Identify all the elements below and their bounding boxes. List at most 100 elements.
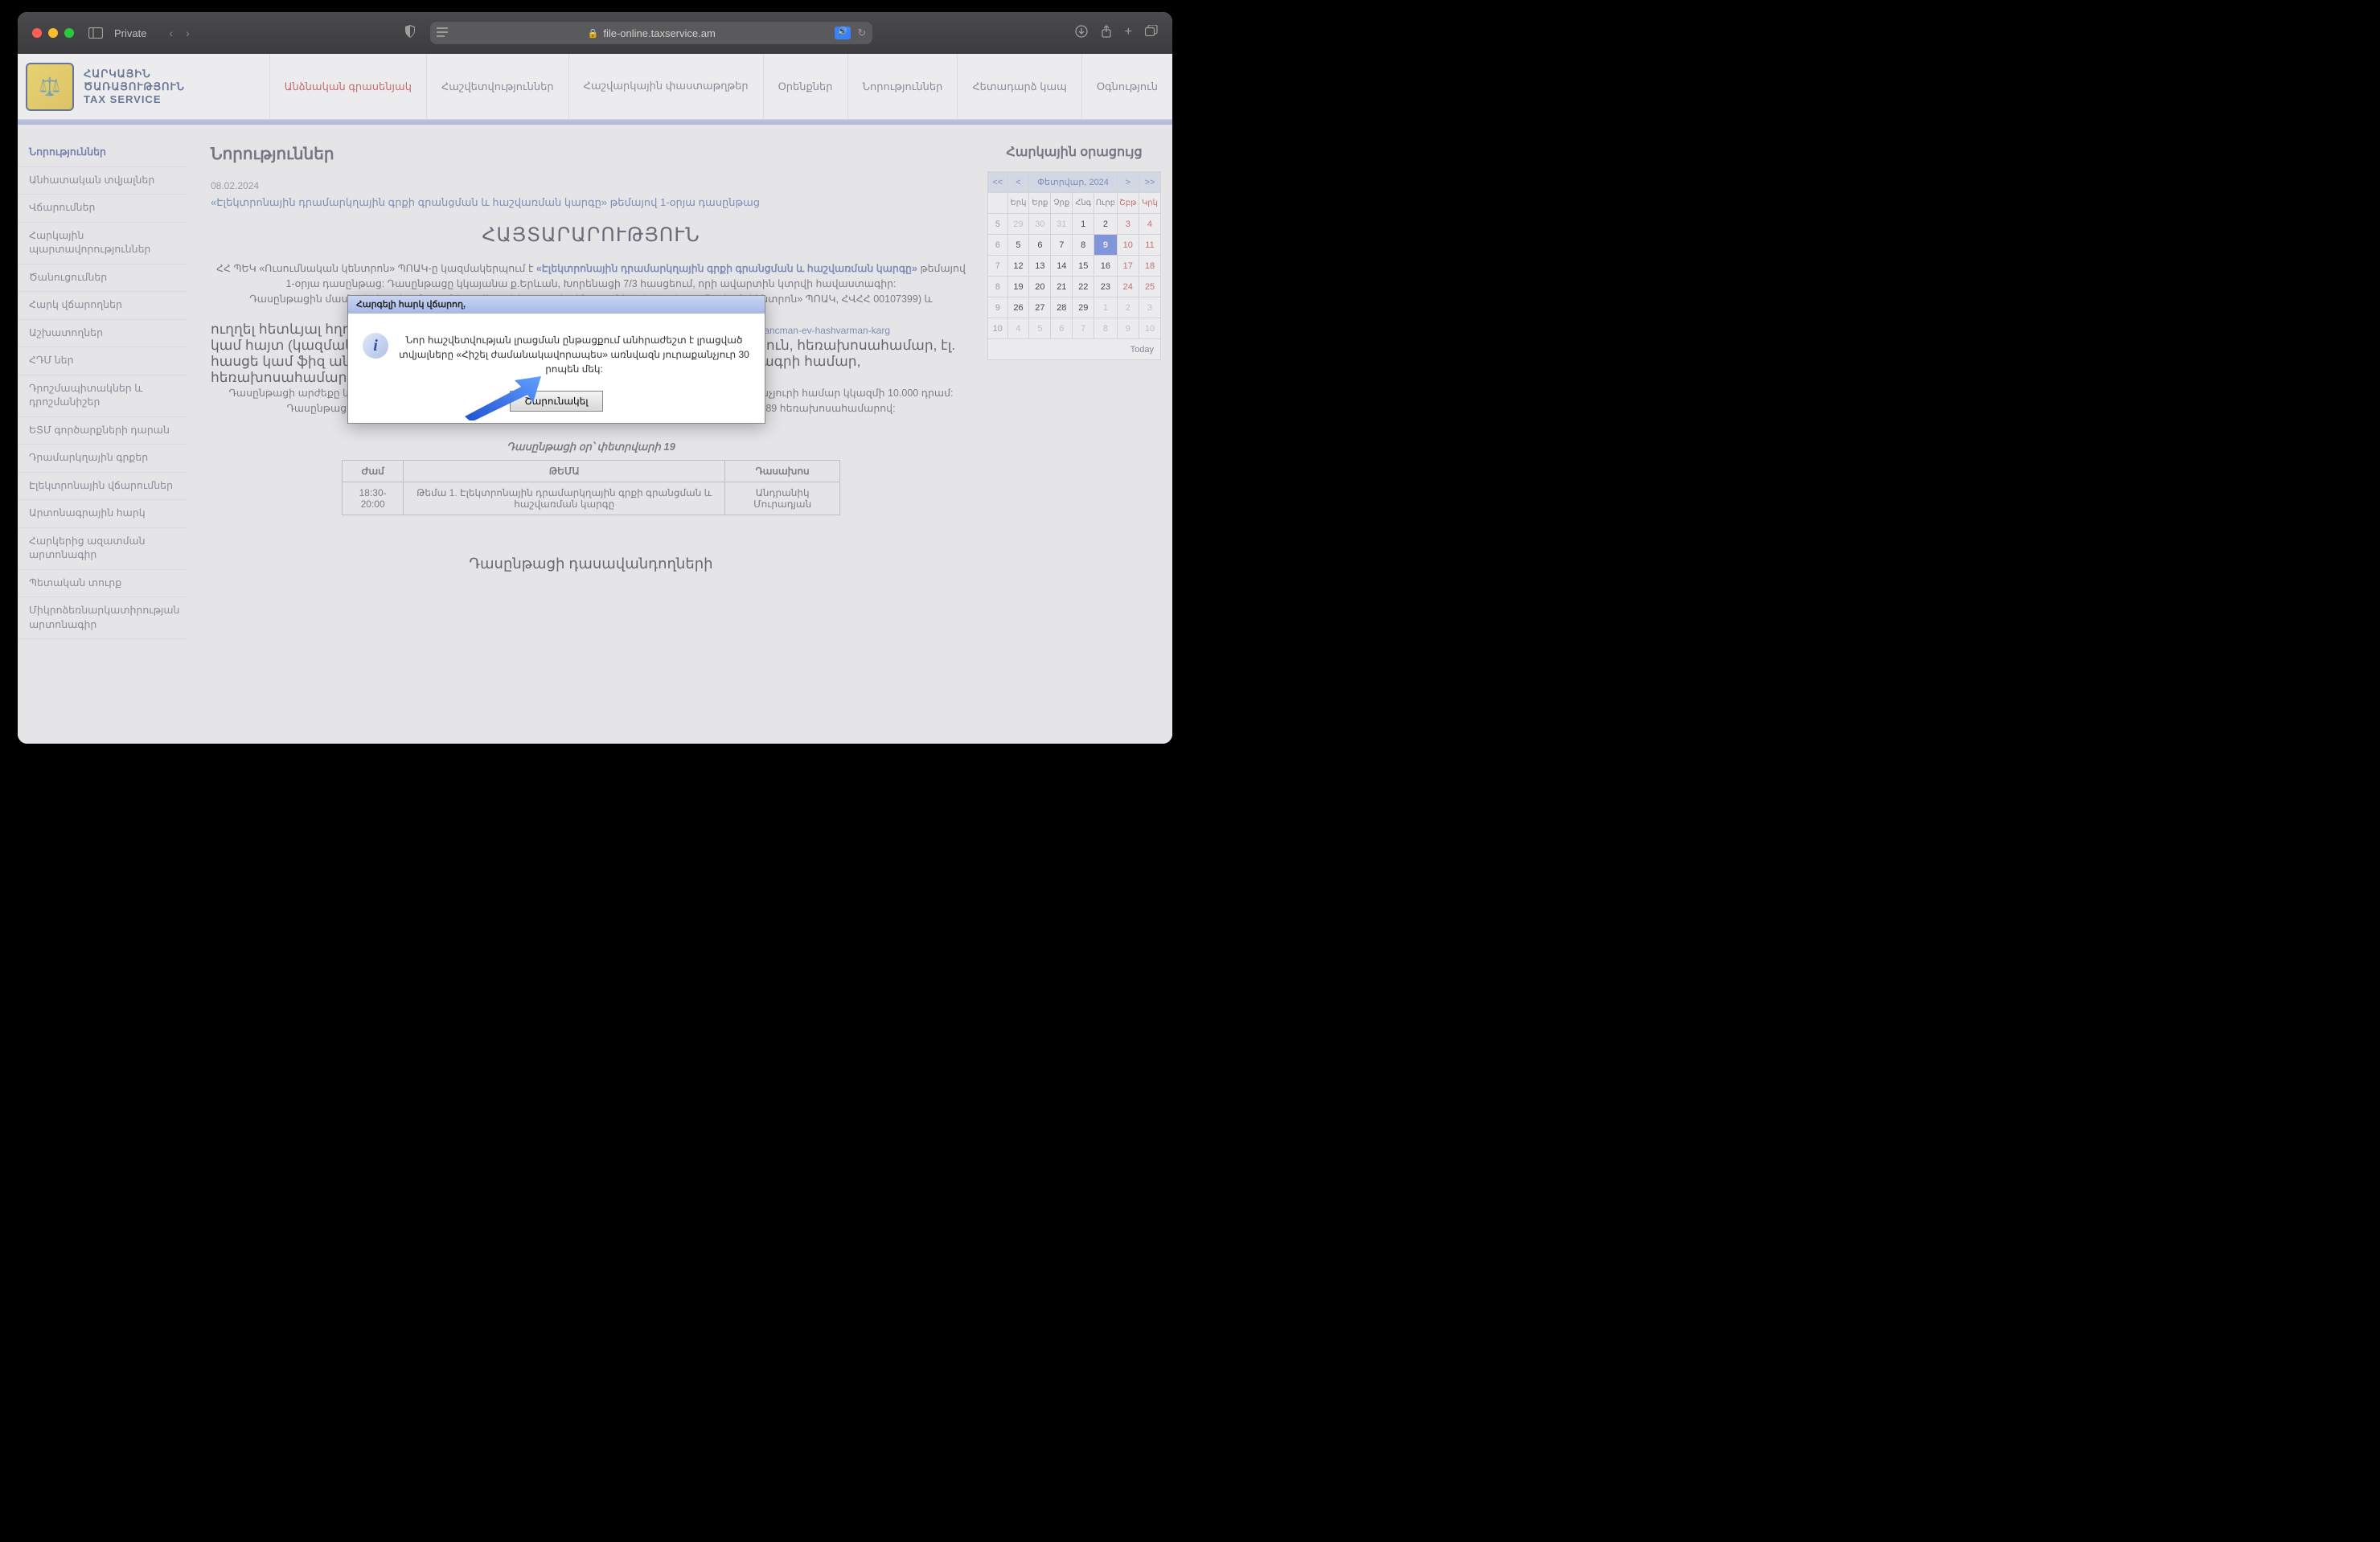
nav-news[interactable]: Նորություններ <box>847 54 958 119</box>
continue-button[interactable]: Շարունակել <box>510 391 604 412</box>
cal-day[interactable]: 24 <box>1117 277 1139 297</box>
nav-personal-office[interactable]: Անձնական գրասենյակ <box>269 54 426 119</box>
cal-day[interactable]: 27 <box>1029 297 1051 318</box>
cal-day[interactable]: 4 <box>1007 318 1029 339</box>
titlebar: Private ‹ › 🔒 file-online.taxservice.am … <box>18 12 1172 54</box>
shield-icon[interactable] <box>396 25 424 42</box>
minimize-window-button[interactable] <box>48 28 58 38</box>
back-button[interactable]: ‹ <box>164 25 178 41</box>
sidebar-item-taxpayers[interactable]: Հարկ վճարողներ <box>18 292 187 320</box>
cal-day[interactable]: 11 <box>1139 235 1160 256</box>
cal-day[interactable]: 3 <box>1117 214 1139 235</box>
cal-day[interactable]: 23 <box>1094 277 1117 297</box>
cal-day[interactable]: 2 <box>1117 297 1139 318</box>
cal-day[interactable]: 1 <box>1073 214 1094 235</box>
cal-day[interactable]: 31 <box>1051 214 1073 235</box>
main-content: Նորություններ 08.02.2024 «Էլեկտրոնային դ… <box>187 125 979 744</box>
cal-day[interactable]: 20 <box>1029 277 1051 297</box>
audio-icon[interactable]: 🔊 <box>835 27 851 39</box>
reload-icon[interactable]: ↻ <box>857 27 866 39</box>
nav-arrows: ‹ › <box>164 25 194 41</box>
sidebar-item-payments[interactable]: Վճարումներ <box>18 195 187 223</box>
cal-day[interactable]: 3 <box>1139 297 1160 318</box>
sidebar-item-epayments[interactable]: Էլեկտրոնային վճարումներ <box>18 473 187 501</box>
course-day-label: Դասընթացի օր՝ փետրվարի 19 <box>211 441 971 453</box>
right-sidebar: Հարկային օրացույց << < Փետրվար, 2024 > >… <box>979 125 1172 744</box>
nav-help[interactable]: Օգնություն <box>1081 54 1172 119</box>
cal-day[interactable]: 14 <box>1051 256 1073 277</box>
info-icon: i <box>363 333 388 359</box>
sidebar-item-personal[interactable]: Անհատական տվյալներ <box>18 167 187 195</box>
cal-day[interactable]: 29 <box>1007 214 1029 235</box>
cal-day[interactable]: 5 <box>1029 318 1051 339</box>
sidebar-item-tax-exempt[interactable]: Հարկերից ազատման արտոնագիր <box>18 528 187 570</box>
cal-day[interactable]: 8 <box>1073 235 1094 256</box>
sidebar-item-cashbooks[interactable]: Դրամարկղային գրքեր <box>18 445 187 473</box>
cal-day[interactable]: 2 <box>1094 214 1117 235</box>
cal-day[interactable]: 6 <box>1051 318 1073 339</box>
sidebar-item-news[interactable]: Նորություններ <box>18 139 187 167</box>
cal-day[interactable]: 21 <box>1051 277 1073 297</box>
announce-heading: ՀԱՅՏԱՐԱՐՈՒԹՅՈՒՆ <box>211 224 971 247</box>
cal-prev-month[interactable]: < <box>1007 172 1029 193</box>
cal-day[interactable]: 16 <box>1094 256 1117 277</box>
cal-next-year[interactable]: >> <box>1139 172 1160 193</box>
cal-day[interactable]: 5 <box>1007 235 1029 256</box>
sidebar-item-notifications[interactable]: Ծանուցումներ <box>18 265 187 293</box>
cal-day[interactable]: 15 <box>1073 256 1094 277</box>
site-logo[interactable]: ⚖️ <box>26 63 74 111</box>
nav-documents[interactable]: Հաշվարկային փաստաթղթեր <box>568 54 763 119</box>
cal-weeknum: 7 <box>988 256 1008 277</box>
cal-week: 926272829123 <box>988 297 1161 318</box>
cal-day[interactable]: 9 <box>1117 318 1139 339</box>
cal-day[interactable]: 22 <box>1073 277 1094 297</box>
lock-icon: 🔒 <box>588 28 599 39</box>
sidebar-item-patent-tax[interactable]: Արտոնագրային հարկ <box>18 500 187 528</box>
cal-day[interactable]: 1 <box>1094 297 1117 318</box>
nav-feedback[interactable]: Հետադարձ կապ <box>957 54 1081 119</box>
cal-day[interactable]: 19 <box>1007 277 1029 297</box>
close-window-button[interactable] <box>32 28 42 38</box>
forward-button[interactable]: › <box>181 25 195 41</box>
cal-day[interactable]: 26 <box>1007 297 1029 318</box>
logo-text: ՀԱՐԿԱՅԻՆ ԾԱՌԱՅՈՒԹՅՈՒՆ TAX SERVICE <box>84 68 185 105</box>
cal-day[interactable]: 7 <box>1051 235 1073 256</box>
nav-reports[interactable]: Հաշվետվություններ <box>426 54 568 119</box>
sidebar-item-micro[interactable]: Միկրոձեռնարկատիրության արտոնագիր <box>18 597 187 639</box>
cal-day[interactable]: 17 <box>1117 256 1139 277</box>
maximize-window-button[interactable] <box>64 28 74 38</box>
cal-day[interactable]: 30 <box>1029 214 1051 235</box>
cal-day[interactable]: 18 <box>1139 256 1160 277</box>
sidebar-toggle-icon[interactable] <box>88 27 103 39</box>
cal-day[interactable]: 4 <box>1139 214 1160 235</box>
sidebar-item-tax-obligations[interactable]: Հարկային պարտավորություններ <box>18 223 187 265</box>
cal-today-link[interactable]: Today <box>988 339 1161 360</box>
url-bar[interactable]: 🔒 file-online.taxservice.am 🔊 ↻ <box>430 22 872 44</box>
reader-icon[interactable] <box>437 27 448 39</box>
cal-day[interactable]: 25 <box>1139 277 1160 297</box>
sidebar-item-stamps[interactable]: Դրոշմապիտակներ և դրոշմանիշեր <box>18 375 187 417</box>
cal-day[interactable]: 28 <box>1051 297 1073 318</box>
site-header: ⚖️ ՀԱՐԿԱՅԻՆ ԾԱՌԱՅՈՒԹՅՈՒՆ TAX SERVICE Անձ… <box>18 54 1172 120</box>
new-tab-icon[interactable]: + <box>1125 25 1132 42</box>
share-icon[interactable] <box>1101 25 1112 42</box>
cal-day[interactable]: 10 <box>1139 318 1160 339</box>
cal-day[interactable]: 29 <box>1073 297 1094 318</box>
news-link[interactable]: «Էլեկտրոնային դրամարկղային գրքի գրանցման… <box>211 196 971 209</box>
sidebar-item-hdm[interactable]: ՀԴՄ ներ <box>18 347 187 375</box>
cal-day[interactable]: 8 <box>1094 318 1117 339</box>
nav-laws[interactable]: Օրենքներ <box>763 54 847 119</box>
cal-next-month[interactable]: > <box>1117 172 1139 193</box>
sidebar-item-etm[interactable]: ԵՏՄ գործարքների դարան <box>18 417 187 445</box>
cal-day[interactable]: 13 <box>1029 256 1051 277</box>
tabs-icon[interactable] <box>1145 25 1158 42</box>
cal-prev-year[interactable]: << <box>988 172 1008 193</box>
cal-day[interactable]: 9 <box>1094 235 1117 256</box>
cal-day[interactable]: 10 <box>1117 235 1139 256</box>
cal-day[interactable]: 7 <box>1073 318 1094 339</box>
sidebar-item-state-fee[interactable]: Պետական տուրք <box>18 570 187 598</box>
cal-day[interactable]: 6 <box>1029 235 1051 256</box>
sidebar-item-employees[interactable]: Աշխատողներ <box>18 320 187 348</box>
cal-day[interactable]: 12 <box>1007 256 1029 277</box>
downloads-icon[interactable] <box>1075 25 1088 42</box>
